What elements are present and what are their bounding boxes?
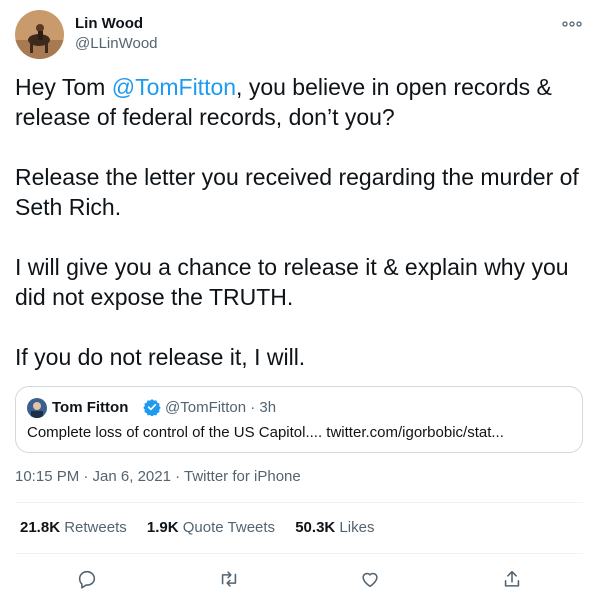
author-name[interactable]: Lin Wood xyxy=(75,15,143,32)
meta-separator: · xyxy=(170,468,184,485)
quoted-tweet[interactable]: Tom Fitton @TomFitton · 3h Complete loss… xyxy=(15,386,583,453)
tweet-text-body: , you believe in open records & release … xyxy=(15,74,579,370)
quoted-avatar[interactable] xyxy=(27,398,47,418)
quote-tweets-count: 1.9K xyxy=(146,519,179,536)
tweet-header: Lin Wood @LLinWood xyxy=(15,10,583,60)
quoted-text: Complete loss of control of the US Capit… xyxy=(27,424,504,441)
quoted-meta: @TomFitton · 3h xyxy=(165,399,277,416)
timestamp[interactable]: 10:15 PM · Jan 6, 2021 xyxy=(15,468,171,485)
likes-stat[interactable]: 50.3K Likes xyxy=(295,519,374,536)
retweet-icon[interactable] xyxy=(216,566,242,592)
author-handle[interactable]: @LLinWood xyxy=(75,35,158,52)
engagement-stats: 21.8K Retweets 1.9K Quote Tweets 50.3K L… xyxy=(20,519,390,536)
retweets-count: 21.8K xyxy=(20,519,61,536)
more-options-icon[interactable] xyxy=(561,14,583,34)
reply-icon[interactable] xyxy=(74,566,100,592)
retweets-label: Retweets xyxy=(64,519,127,536)
quote-tweets-label: Quote Tweets xyxy=(182,519,276,536)
retweets-stat[interactable]: 21.8K Retweets xyxy=(20,519,127,536)
likes-count: 50.3K xyxy=(295,519,336,536)
like-icon[interactable] xyxy=(357,566,383,592)
action-bar xyxy=(0,566,598,592)
tweet-meta: 10:15 PM · Jan 6, 2021 · Twitter for iPh… xyxy=(15,468,301,485)
quoted-author-name[interactable]: Tom Fitton xyxy=(52,399,128,416)
verified-badge-icon xyxy=(143,398,161,417)
author-avatar[interactable] xyxy=(15,10,64,59)
divider xyxy=(15,553,583,554)
likes-label: Likes xyxy=(339,519,375,536)
tweet-text: Hey Tom @TomFitton, you believe in open … xyxy=(15,72,585,372)
mention-link[interactable]: @TomFitton xyxy=(112,74,236,100)
tweet-text-prefix: Hey Tom xyxy=(15,74,112,100)
quote-tweets-stat[interactable]: 1.9K Quote Tweets xyxy=(147,519,275,536)
divider xyxy=(15,502,583,503)
share-icon[interactable] xyxy=(499,566,525,592)
source-link[interactable]: Twitter for iPhone xyxy=(184,468,301,485)
